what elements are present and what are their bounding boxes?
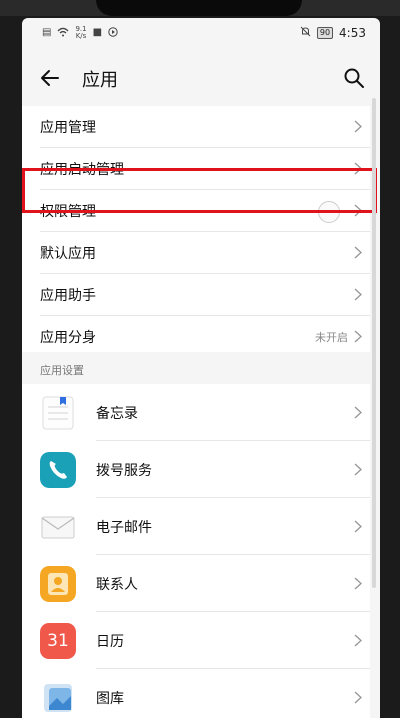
chevron-right-icon bbox=[354, 288, 362, 301]
network-speed: 9.1 K/s bbox=[75, 26, 86, 40]
chevron-right-icon bbox=[354, 691, 362, 704]
app-name: 联系人 bbox=[96, 577, 138, 593]
network-speed-unit: K/s bbox=[75, 32, 87, 40]
chevron-right-icon bbox=[354, 330, 362, 343]
settings-row-app-assistant[interactable]: 应用助手 bbox=[22, 274, 370, 315]
chevron-right-icon bbox=[354, 520, 362, 533]
status-bar: ▤ 9.1 K/s ■ 90 4:53 bbox=[22, 18, 380, 48]
settings-row-app-management[interactable]: 应用管理 bbox=[22, 106, 370, 147]
calendar-day: 31 bbox=[47, 631, 69, 651]
settings-row-label: 应用助手 bbox=[40, 288, 96, 304]
app-name: 图库 bbox=[96, 691, 124, 707]
app-row-email[interactable]: 电子邮件 bbox=[22, 498, 370, 555]
settings-row-label: 应用分身 bbox=[40, 330, 96, 346]
chevron-right-icon bbox=[354, 463, 362, 476]
search-icon[interactable] bbox=[342, 66, 366, 90]
settings-row-app-twin[interactable]: 应用分身 未开启 bbox=[22, 316, 370, 357]
sim-icon: ▤ bbox=[42, 27, 52, 38]
bell-muted-icon bbox=[300, 26, 311, 40]
chevron-right-icon bbox=[354, 120, 362, 133]
status-time: 4:53 bbox=[339, 26, 366, 40]
chevron-right-icon bbox=[354, 634, 362, 647]
gallery-icon bbox=[40, 680, 76, 716]
play-circle-icon bbox=[108, 26, 118, 40]
app-name: 日历 bbox=[96, 634, 124, 650]
settings-row-label: 应用管理 bbox=[40, 120, 96, 136]
chevron-right-icon bbox=[354, 246, 362, 259]
phone-icon bbox=[40, 452, 76, 488]
chevron-right-icon bbox=[354, 406, 362, 419]
app-row-gallery[interactable]: 图库 bbox=[22, 669, 370, 718]
highlight-box bbox=[22, 168, 377, 213]
page-title: 应用 bbox=[82, 70, 118, 91]
battery-indicator: 90 bbox=[316, 27, 334, 39]
mail-icon bbox=[40, 509, 76, 545]
phone-notch bbox=[96, 0, 302, 16]
app-name: 拨号服务 bbox=[96, 463, 152, 479]
app-settings-list: 备忘录 拨号服务 电子邮件 联系人 31 日历 图库 bbox=[22, 384, 370, 718]
app-row-calendar[interactable]: 31 日历 bbox=[22, 612, 370, 669]
back-arrow-icon[interactable] bbox=[38, 66, 62, 90]
title-bar: 应用 bbox=[22, 54, 380, 102]
app-row-contacts[interactable]: 联系人 bbox=[22, 555, 370, 612]
screen: ▤ 9.1 K/s ■ 90 4:53 应用 应用管理 应用启动管理 权限管理 … bbox=[22, 18, 380, 718]
contacts-icon bbox=[40, 566, 76, 602]
settings-row-label: 默认应用 bbox=[40, 246, 96, 262]
settings-list: 应用管理 应用启动管理 权限管理 默认应用 应用助手 应用分身 未开启 bbox=[22, 106, 370, 352]
memo-icon bbox=[40, 395, 76, 431]
phone-frame: ▤ 9.1 K/s ■ 90 4:53 应用 应用管理 应用启动管理 权限管理 … bbox=[0, 0, 400, 718]
notification-square-icon: ■ bbox=[92, 27, 103, 38]
wifi-icon bbox=[57, 27, 69, 40]
calendar-icon: 31 bbox=[40, 623, 76, 659]
app-row-dialer[interactable]: 拨号服务 bbox=[22, 441, 370, 498]
app-name: 电子邮件 bbox=[96, 520, 152, 536]
chevron-right-icon bbox=[354, 577, 362, 590]
app-row-memo[interactable]: 备忘录 bbox=[22, 384, 370, 441]
settings-row-default-apps[interactable]: 默认应用 bbox=[22, 232, 370, 273]
scrollbar[interactable] bbox=[372, 98, 376, 588]
app-name: 备忘录 bbox=[96, 406, 138, 422]
section-header: 应用设置 bbox=[40, 364, 84, 377]
settings-row-value: 未开启 bbox=[315, 331, 348, 344]
